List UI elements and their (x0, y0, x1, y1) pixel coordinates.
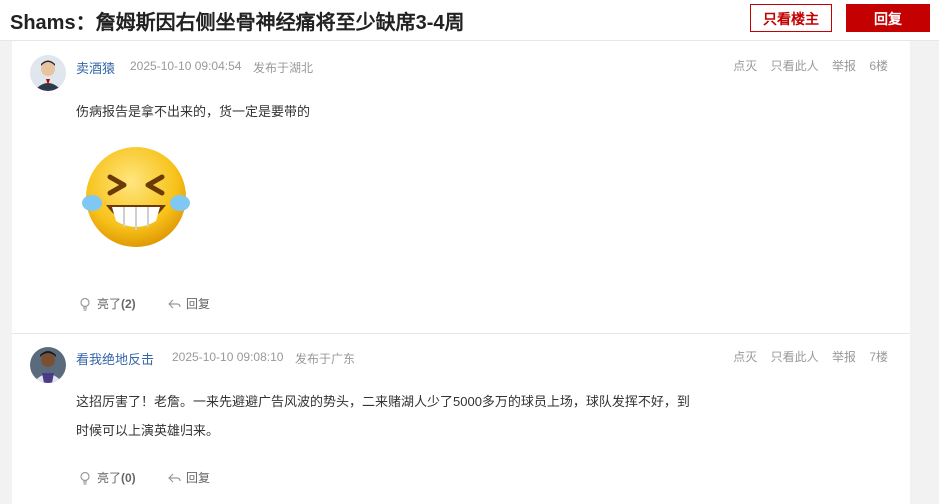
reply-label: 回复 (186, 471, 211, 485)
floor-number: 7楼 (869, 350, 888, 364)
report-link[interactable]: 举报 (832, 59, 856, 73)
laughing-tears-emoji (82, 147, 190, 247)
like-button[interactable]: 亮了 (2) (78, 295, 136, 312)
report-link[interactable]: 举报 (832, 350, 856, 364)
post-floor-6: 卖酒猿 2025-10-10 09:04:54 发布于湖北 点灭 只看此人 举报… (12, 41, 910, 334)
like-button[interactable]: 亮了 (0) (78, 469, 136, 486)
reply-button[interactable]: 回复 (846, 4, 930, 32)
only-this-user-link[interactable]: 只看此人 (771, 59, 819, 73)
dislike-link[interactable]: 点灭 (733, 350, 757, 364)
reply-link[interactable]: 回复 (167, 295, 210, 312)
post-footer: 亮了 (0) 回复 (78, 469, 238, 488)
username[interactable]: 卖酒猿 (76, 58, 115, 77)
post-text-line-1: 这招厉害了！老詹。一来先避避广告风波的势头，二来赌湖人少了5000多万的球员上场… (76, 394, 690, 409)
post-location: 发布于湖北 (253, 61, 314, 75)
thread-title: Shams：詹姆斯因右侧坐骨神经痛将至少缺席3-4周 (10, 12, 465, 34)
floor-number: 6楼 (869, 59, 888, 73)
reply-label: 回复 (186, 297, 211, 311)
reply-link[interactable]: 回复 (167, 469, 210, 486)
like-count: (2) (121, 296, 136, 311)
username[interactable]: 看我绝地反击 (76, 349, 154, 368)
only-this-user-link[interactable]: 只看此人 (771, 350, 819, 364)
avatar[interactable] (30, 55, 66, 91)
lightbulb-icon (80, 297, 90, 311)
like-label: 亮了 (97, 471, 122, 485)
reply-arrow-icon (168, 299, 181, 308)
post-location: 发布于广东 (295, 352, 356, 366)
like-count: (0) (121, 470, 136, 485)
like-label: 亮了 (97, 297, 122, 311)
post-floor-7: 看我绝地反击 2025-10-10 09:08:10 发布于广东 点灭 只看此人… (12, 334, 910, 504)
reply-arrow-icon (168, 473, 181, 482)
lightbulb-icon (80, 471, 90, 485)
dislike-link[interactable]: 点灭 (733, 59, 757, 73)
post-actions: 点灭 只看此人 举报 7楼 (723, 348, 888, 365)
post-text-line-2: 时候可以上演英雄归来。 (76, 423, 220, 438)
post-timestamp: 2025-10-10 09:04:54 (130, 59, 242, 73)
post-text: 伤病报告是拿不出来的，货一定是要带的 (76, 104, 311, 119)
post-footer: 亮了 (2) 回复 (78, 295, 238, 314)
avatar[interactable] (30, 347, 66, 383)
top-bar: Shams：詹姆斯因右侧坐骨神经痛将至少缺席3-4周 只看楼主 回复 (0, 0, 939, 41)
post-timestamp: 2025-10-10 09:08:10 (172, 350, 284, 364)
op-only-button[interactable]: 只看楼主 (750, 4, 832, 32)
post-actions: 点灭 只看此人 举报 6楼 (723, 57, 888, 74)
thread-content: 卖酒猿 2025-10-10 09:04:54 发布于湖北 点灭 只看此人 举报… (12, 41, 910, 504)
